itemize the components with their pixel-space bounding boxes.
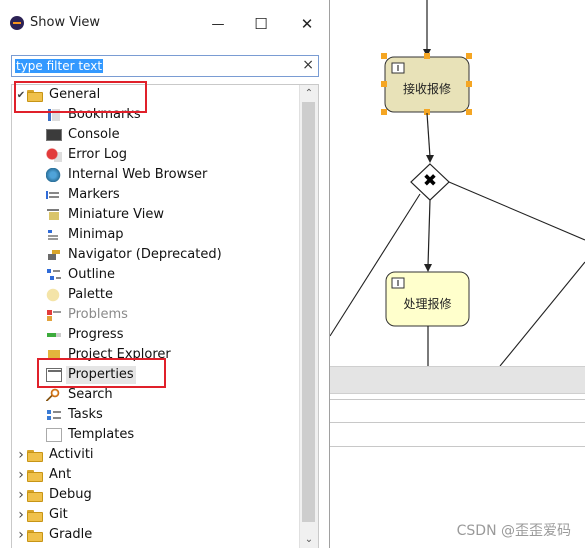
tree-item-navigator-deprecated[interactable]: Navigator (Deprecated) bbox=[46, 245, 318, 265]
folder-icon bbox=[27, 449, 43, 462]
progress-icon bbox=[46, 328, 62, 342]
tree-category-gradle[interactable]: › Gradle bbox=[16, 525, 306, 545]
palette-icon bbox=[46, 288, 62, 302]
highlight-box-general bbox=[14, 81, 147, 113]
flow-line bbox=[499, 261, 585, 367]
selection-handle[interactable] bbox=[424, 53, 430, 59]
scroll-down-arrow-icon[interactable]: ⌄ bbox=[300, 531, 318, 548]
tree-item-miniature-view[interactable]: Miniature View bbox=[46, 205, 318, 225]
minimize-button[interactable]: — bbox=[204, 10, 232, 38]
flow-arrowhead bbox=[426, 155, 434, 163]
minimap-icon bbox=[46, 228, 62, 242]
tree-item-minimap[interactable]: Minimap bbox=[46, 225, 318, 245]
eclipse-app-icon bbox=[10, 16, 24, 30]
console-icon bbox=[46, 129, 62, 141]
task-handle-repair-label: 处理报修 bbox=[403, 297, 452, 311]
tree-item-label: Palette bbox=[68, 287, 114, 302]
maximize-button[interactable]: ☐ bbox=[247, 10, 275, 38]
tree-item-label: Internal Web Browser bbox=[68, 167, 208, 182]
tree-scrollbar[interactable]: ⌃ ⌄ bbox=[299, 85, 318, 548]
search-icon bbox=[46, 388, 62, 402]
title-bar[interactable]: Show View — ☐ ✕ bbox=[0, 0, 329, 48]
error-log-icon bbox=[46, 148, 62, 162]
tree-item-label: Miniature View bbox=[68, 207, 165, 222]
gateway-x-icon: ✖ bbox=[422, 171, 438, 191]
tree-item-label: Console bbox=[68, 127, 120, 142]
folder-icon bbox=[27, 529, 43, 542]
tree-item-tasks[interactable]: Tasks bbox=[46, 405, 318, 425]
navigator-icon bbox=[46, 248, 62, 262]
watermark: CSDN @歪歪爱码 bbox=[456, 523, 571, 539]
globe-icon bbox=[46, 168, 62, 182]
chevron-right-icon[interactable]: › bbox=[16, 467, 26, 483]
tree-item-templates[interactable]: Templates bbox=[46, 425, 318, 445]
tree-item-markers[interactable]: Markers bbox=[46, 185, 318, 205]
tree-item-label: Gradle bbox=[49, 527, 93, 542]
show-view-dialog: Show View — ☐ ✕ type filter text × ✔ Gen… bbox=[0, 0, 330, 548]
tree-category-activiti[interactable]: › Activiti bbox=[16, 445, 306, 465]
folder-icon bbox=[27, 469, 43, 482]
view-tree: ✔ General Bookmarks Console Error Log Inter… bbox=[11, 84, 319, 548]
folder-icon bbox=[27, 509, 43, 522]
tree-item-label: Ant bbox=[49, 467, 72, 482]
filter-input[interactable]: type filter text × bbox=[11, 55, 319, 77]
selection-handle[interactable] bbox=[466, 53, 472, 59]
miniature-view-icon bbox=[46, 208, 62, 222]
tree-item-problems[interactable]: Problems bbox=[46, 305, 318, 325]
chevron-right-icon[interactable]: › bbox=[16, 527, 26, 543]
clear-filter-icon[interactable]: × bbox=[302, 57, 314, 73]
tree-item-internal-web-browser[interactable]: Internal Web Browser bbox=[46, 165, 318, 185]
divider bbox=[330, 422, 585, 423]
tree-item-search[interactable]: Search bbox=[46, 385, 318, 405]
tree-item-label: Navigator (Deprecated) bbox=[68, 247, 222, 262]
outline-icon bbox=[46, 268, 62, 282]
tree-item-label: Tasks bbox=[68, 407, 103, 422]
markers-icon bbox=[46, 188, 62, 202]
flow-arrowhead bbox=[424, 264, 432, 272]
flow-line bbox=[427, 199, 431, 267]
tree-category-git[interactable]: › Git bbox=[16, 505, 306, 525]
tree-item-label: Markers bbox=[68, 187, 120, 202]
tree-item-label: Git bbox=[49, 507, 68, 522]
scroll-up-arrow-icon[interactable]: ⌃ bbox=[300, 85, 318, 102]
tree-item-error-log[interactable]: Error Log bbox=[46, 145, 318, 165]
tree-item-console[interactable]: Console bbox=[46, 125, 318, 145]
tree-item-label: Progress bbox=[68, 327, 124, 342]
tree-item-label: Templates bbox=[68, 427, 135, 442]
selection-handle[interactable] bbox=[466, 109, 472, 115]
tree-item-palette[interactable]: Palette bbox=[46, 285, 318, 305]
divider bbox=[330, 399, 585, 400]
folder-icon bbox=[27, 489, 43, 502]
chevron-right-icon[interactable]: › bbox=[16, 447, 26, 463]
tasks-icon bbox=[46, 408, 62, 422]
tree-item-label: Error Log bbox=[68, 147, 128, 162]
properties-panel-header bbox=[330, 366, 585, 394]
tree-item-progress[interactable]: Progress bbox=[46, 325, 318, 345]
dialog-title: Show View bbox=[30, 15, 101, 30]
tree-item-label: Activiti bbox=[49, 447, 94, 462]
problems-icon bbox=[46, 308, 62, 322]
tree-item-label: Search bbox=[68, 387, 113, 402]
tree-item-label: Debug bbox=[49, 487, 92, 502]
tree-category-ant[interactable]: › Ant bbox=[16, 465, 306, 485]
flow-line bbox=[426, 112, 431, 158]
highlight-box-properties bbox=[37, 358, 166, 388]
tree-item-outline[interactable]: Outline bbox=[46, 265, 318, 285]
tree-category-debug[interactable]: › Debug bbox=[16, 485, 306, 505]
flow-line bbox=[448, 181, 585, 241]
tree-item-label: Outline bbox=[68, 267, 116, 282]
divider bbox=[330, 446, 585, 447]
templates-icon bbox=[46, 428, 62, 442]
selection-handle[interactable] bbox=[381, 53, 387, 59]
scroll-thumb[interactable] bbox=[302, 102, 315, 522]
filter-input-text[interactable]: type filter text bbox=[15, 59, 104, 73]
close-button[interactable]: ✕ bbox=[293, 10, 321, 38]
tree-item-label: Minimap bbox=[68, 227, 124, 242]
chevron-right-icon[interactable]: › bbox=[16, 507, 26, 523]
selection-handle[interactable] bbox=[381, 109, 387, 115]
tree-item-label: Problems bbox=[68, 307, 128, 322]
chevron-right-icon[interactable]: › bbox=[16, 487, 26, 503]
task-receive-repair-label: 接收报修 bbox=[402, 82, 451, 96]
